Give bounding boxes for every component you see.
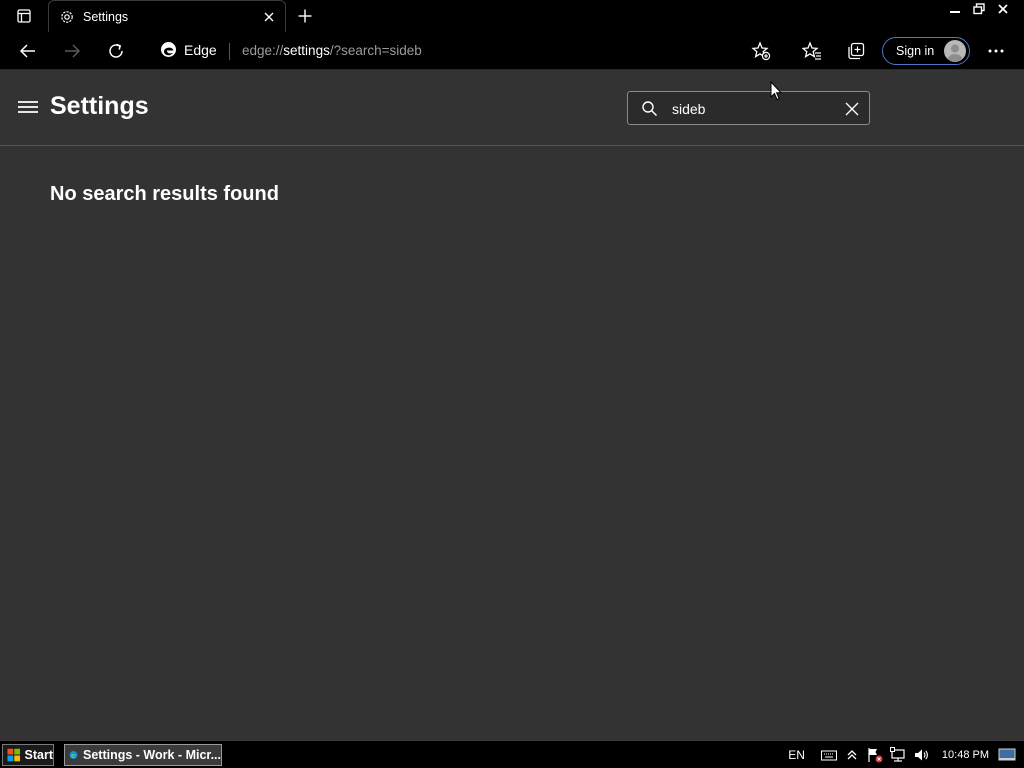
taskbar: Start Settings - Work - Micr... EN 10:48… bbox=[0, 740, 1024, 768]
show-desktop-button[interactable] bbox=[997, 745, 1017, 765]
start-button[interactable]: Start bbox=[2, 744, 54, 766]
edge-logo-icon bbox=[161, 42, 176, 57]
close-icon bbox=[845, 102, 859, 116]
settings-header: Settings bbox=[0, 70, 1024, 146]
system-tray: EN 10:48 PM bbox=[788, 745, 1020, 765]
sign-in-label: Sign in bbox=[896, 44, 935, 58]
window-close-button[interactable] bbox=[992, 0, 1014, 18]
menu-button[interactable] bbox=[18, 98, 38, 116]
taskbar-item-label: Settings - Work - Micr... bbox=[83, 748, 221, 762]
collections-icon bbox=[848, 42, 865, 60]
avatar bbox=[944, 40, 966, 62]
taskbar-item-edge[interactable]: Settings - Work - Micr... bbox=[64, 744, 222, 766]
tab-actions-button[interactable] bbox=[10, 4, 38, 28]
person-icon bbox=[947, 44, 963, 62]
desktop-icon bbox=[998, 748, 1016, 761]
tab-title: Settings bbox=[83, 9, 129, 24]
hamburger-icon-bar bbox=[18, 111, 38, 113]
sign-in-button[interactable]: Sign in bbox=[882, 37, 970, 65]
browser-toolbar: Edge edge://settings/?search=sideb Sign … bbox=[0, 32, 1024, 70]
address-separator bbox=[229, 43, 230, 60]
close-icon bbox=[998, 4, 1008, 14]
flag-alert-icon bbox=[868, 748, 883, 763]
window-controls bbox=[944, 0, 1014, 18]
plus-icon bbox=[298, 9, 312, 23]
address-rest: /?search=sideb bbox=[329, 43, 422, 58]
tab-close-button[interactable] bbox=[259, 7, 279, 27]
clear-search-button[interactable] bbox=[842, 99, 862, 119]
minimize-icon bbox=[950, 11, 960, 13]
settings-search-input[interactable] bbox=[672, 99, 832, 119]
language-indicator[interactable]: EN bbox=[788, 748, 805, 762]
network-icon bbox=[889, 747, 905, 762]
refresh-button[interactable] bbox=[102, 37, 130, 65]
windows-logo-icon bbox=[7, 748, 21, 762]
gear-icon bbox=[61, 10, 73, 23]
arrow-right-icon bbox=[65, 44, 81, 58]
volume-tray-button[interactable] bbox=[911, 745, 931, 765]
more-options-button[interactable] bbox=[982, 37, 1010, 65]
address-bar[interactable]: edge://settings/?search=sideb bbox=[242, 43, 422, 58]
collections-button[interactable] bbox=[842, 37, 870, 65]
back-button[interactable] bbox=[14, 37, 42, 65]
star-add-icon bbox=[751, 41, 771, 61]
new-tab-button[interactable] bbox=[292, 4, 318, 28]
keyboard-tray-button[interactable] bbox=[819, 745, 839, 765]
address-prefix: edge:// bbox=[242, 43, 284, 58]
start-label: Start bbox=[24, 748, 53, 762]
edge-logo-icon bbox=[69, 751, 78, 759]
add-favorite-button[interactable] bbox=[747, 37, 775, 65]
mouse-pointer-icon bbox=[770, 81, 782, 101]
tab-settings[interactable]: Settings bbox=[48, 0, 286, 32]
speaker-icon bbox=[914, 749, 928, 761]
clock[interactable]: 10:48 PM bbox=[942, 749, 989, 761]
show-hidden-icons-button[interactable] bbox=[842, 745, 862, 765]
more-horizontal-icon bbox=[988, 49, 1004, 53]
forward-button[interactable] bbox=[58, 37, 86, 65]
close-icon bbox=[264, 12, 274, 21]
favorites-button[interactable] bbox=[798, 37, 826, 65]
action-center-button[interactable] bbox=[865, 745, 885, 765]
refresh-icon bbox=[109, 43, 123, 58]
hamburger-icon-bar bbox=[18, 106, 38, 108]
chevron-up-icon bbox=[847, 750, 857, 760]
search-icon bbox=[642, 101, 658, 117]
no-results-message: No search results found bbox=[50, 183, 279, 205]
keyboard-icon bbox=[820, 750, 837, 761]
restore-icon bbox=[973, 3, 985, 15]
page-title: Settings bbox=[50, 92, 149, 120]
hamburger-icon-bar bbox=[18, 101, 38, 103]
edge-label: Edge bbox=[184, 41, 217, 58]
arrow-left-icon bbox=[19, 44, 35, 58]
restore-button[interactable] bbox=[968, 0, 990, 18]
favorites-icon bbox=[802, 41, 821, 60]
tab-actions-icon bbox=[17, 9, 31, 23]
settings-page: Settings No search results found bbox=[0, 70, 1024, 740]
edge-site-badge[interactable]: Edge bbox=[160, 41, 217, 58]
address-host: settings bbox=[283, 43, 330, 58]
settings-search-box[interactable] bbox=[627, 91, 870, 125]
minimize-button[interactable] bbox=[944, 0, 966, 18]
network-tray-button[interactable] bbox=[888, 745, 908, 765]
tab-strip: Settings bbox=[0, 0, 1024, 32]
